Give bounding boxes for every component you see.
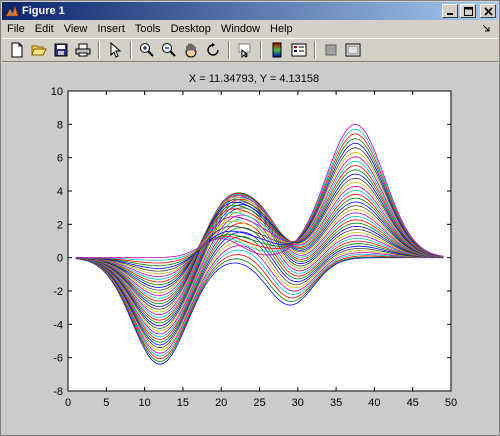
x-tick-label: 35 [330, 397, 342, 409]
maximize-icon [463, 6, 473, 16]
figure-canvas[interactable]: X = 11.34793, Y = 4.13158 0 5 10 15 20 25 30 35… [2, 63, 498, 435]
edit-plot-icon [110, 42, 122, 58]
y-tick-label: 2 [57, 219, 63, 231]
pan-button[interactable] [180, 40, 202, 60]
menu-window[interactable]: Window [216, 20, 265, 38]
hide-plot-tools-icon [325, 44, 337, 56]
zoom-in-button[interactable] [136, 40, 158, 60]
menu-desktop[interactable]: Desktop [166, 20, 216, 38]
minimize-icon [447, 13, 453, 15]
data-cursor-button[interactable] [234, 40, 256, 60]
y-tick-label: -8 [53, 386, 63, 398]
menu-file[interactable]: File [2, 20, 30, 38]
print-icon [75, 43, 91, 57]
y-tick-label: 0 [57, 253, 63, 265]
window-title: Figure 1 [22, 5, 65, 17]
zoom-out-icon [162, 43, 176, 57]
print-button[interactable] [72, 40, 94, 60]
title-bar[interactable]: Figure 1 [2, 2, 498, 20]
close-icon [483, 6, 493, 16]
x-tick-label: 30 [292, 397, 304, 409]
line-chart[interactable]: X = 11.34793, Y = 4.13158 0 5 10 15 20 25 30 35… [2, 63, 498, 435]
x-tick-label: 40 [368, 397, 380, 409]
dock-arrow-icon[interactable] [482, 24, 490, 35]
pan-icon [185, 43, 197, 58]
toolbar-separator [98, 41, 100, 59]
open-file-icon [31, 45, 47, 56]
y-tick-label: -4 [53, 319, 63, 331]
colorbar-icon [272, 42, 282, 58]
x-tick-label: 0 [65, 397, 71, 409]
rotate-3d-button[interactable] [202, 40, 224, 60]
figure-toolbar [2, 38, 498, 62]
new-figure-button[interactable] [6, 40, 28, 60]
open-file-button[interactable] [28, 40, 50, 60]
menu-tools[interactable]: Tools [130, 20, 166, 38]
save-button[interactable] [50, 40, 72, 60]
x-tick-label: 45 [407, 397, 419, 409]
y-tick-label: 6 [57, 153, 63, 165]
x-tick-label: 20 [215, 397, 227, 409]
toolbar-separator [228, 41, 230, 59]
menu-bar: File Edit View Insert Tools Desktop Wind… [2, 20, 498, 38]
save-icon [54, 43, 68, 57]
coordinate-readout: X = 11.34793, Y = 4.13158 [189, 73, 319, 85]
new-figure-icon [11, 42, 23, 58]
zoom-out-button[interactable] [158, 40, 180, 60]
toolbar-separator [260, 41, 262, 59]
toolbar-separator [314, 41, 316, 59]
y-tick-label: -6 [53, 353, 63, 365]
y-tick-label: 10 [51, 86, 63, 98]
y-tick-label: 8 [57, 119, 63, 131]
data-cursor-icon [238, 43, 251, 58]
colorbar-button[interactable] [266, 40, 288, 60]
menu-view[interactable]: View [59, 20, 93, 38]
figure-window: Figure 1 File Edit View Insert Tools Des… [0, 0, 500, 436]
hide-plot-tools-button[interactable] [320, 40, 342, 60]
legend-icon [291, 43, 307, 57]
edit-plot-button[interactable] [104, 40, 126, 60]
y-tick-label: -2 [53, 286, 63, 298]
minimize-button[interactable] [442, 4, 458, 18]
show-plot-tools-button[interactable] [342, 40, 364, 60]
zoom-in-icon [140, 43, 154, 57]
legend-button[interactable] [288, 40, 310, 60]
rotate-3d-icon [207, 43, 219, 56]
x-tick-label: 5 [103, 397, 109, 409]
menu-edit[interactable]: Edit [30, 20, 59, 38]
x-tick-label: 15 [177, 397, 189, 409]
x-tick-label: 25 [253, 397, 265, 409]
x-tick-label: 10 [138, 397, 150, 409]
y-tick-label: 4 [57, 186, 63, 198]
matlab-logo-icon [5, 4, 19, 17]
toolbar-separator [130, 41, 132, 59]
maximize-button[interactable] [460, 4, 476, 18]
menu-insert[interactable]: Insert [92, 20, 130, 38]
close-button[interactable] [480, 4, 496, 18]
show-plot-tools-icon [345, 43, 361, 57]
x-tick-label: 50 [445, 397, 457, 409]
menu-help[interactable]: Help [265, 20, 298, 38]
